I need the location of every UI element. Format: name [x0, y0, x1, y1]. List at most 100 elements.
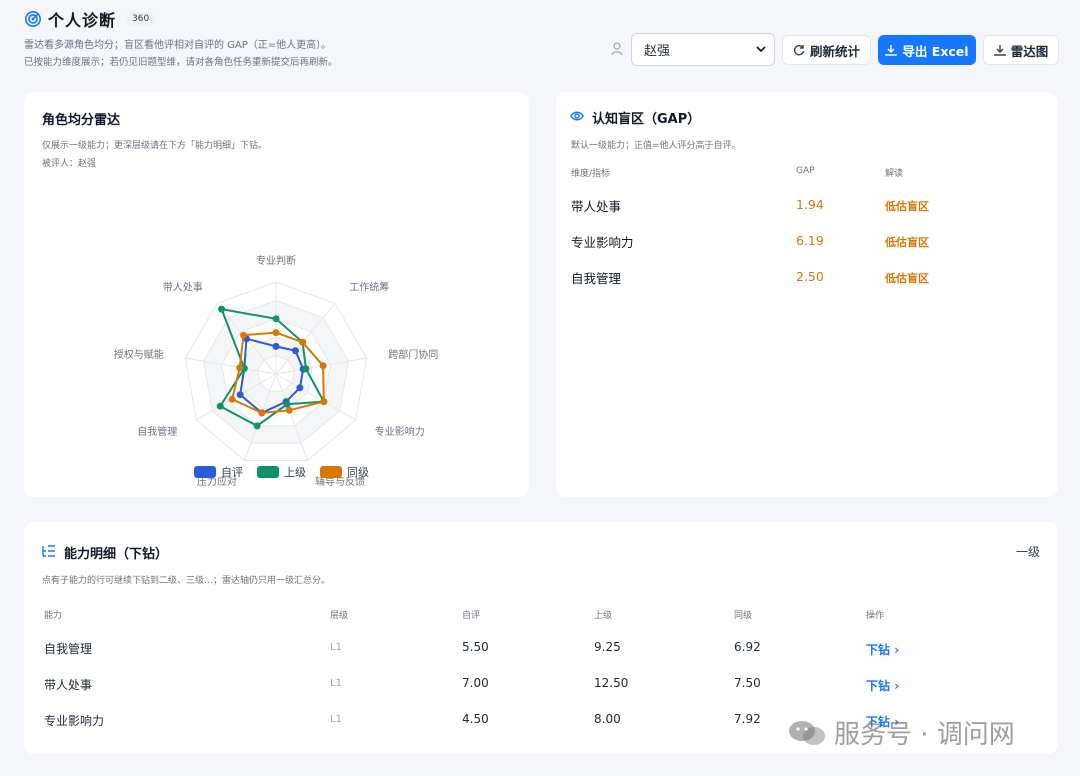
chevron-right-icon: ›	[894, 679, 900, 693]
radar-axis-label: 跨部门协同	[388, 348, 438, 361]
col-peer: 同级	[734, 611, 753, 621]
radar-axis-label: 自我管理	[137, 425, 177, 438]
peer-score: 7.50	[734, 676, 761, 690]
ability-level: L1	[330, 714, 342, 725]
drill-down-link[interactable]: 下钻 ›	[866, 677, 899, 694]
radar-axis-label: 工作统筹	[349, 281, 389, 294]
col-level: 层级	[330, 611, 349, 621]
radar-chart: 专业判断工作统筹跨部门协同专业影响力辅导与反馈压力应对自我管理授权与赋能带人处事	[114, 254, 439, 488]
title-row: 个人诊断 360	[24, 7, 156, 31]
tree-list-icon	[42, 545, 55, 557]
download-icon	[994, 45, 1006, 56]
detail-card-title: 能力明细（下钻）	[64, 547, 169, 562]
legend-item-peer[interactable]: 同级	[320, 464, 369, 480]
export-excel-label: 导出 Excel	[902, 43, 969, 59]
radar-data-point[interactable]	[272, 329, 280, 337]
page-header: 个人诊断 360 雷达看多源角色均分；盲区看他评相对自评的 GAP（正=他人更高…	[0, 0, 1080, 88]
radar-data-point[interactable]	[292, 347, 300, 355]
watermark: 服务号 · 调问网	[788, 714, 1015, 751]
legend-item-self[interactable]: 自评	[194, 464, 243, 480]
radar-axis-label: 带人处事	[163, 281, 203, 294]
page-hint: 已按能力维度展示；若仍见旧题型维，请对各角色任务重新提交后再刷新。	[24, 57, 338, 68]
radar-data-point[interactable]	[218, 305, 226, 313]
page-title: 个人诊断	[48, 11, 117, 30]
radar-data-point[interactable]	[296, 384, 304, 392]
export-radar-label: 雷达图	[1010, 43, 1049, 59]
col-superior: 上级	[594, 611, 613, 621]
drill-down-link[interactable]: 下钻 ›	[866, 641, 899, 658]
gap-row-value: 2.50	[796, 269, 824, 284]
radar-data-point[interactable]	[236, 364, 244, 372]
gap-row-name: 自我管理	[571, 271, 622, 286]
drill-down-label: 下钻	[866, 643, 891, 657]
ability-level: L1	[330, 642, 342, 653]
radar-data-point[interactable]	[253, 422, 261, 430]
wechat-icon	[789, 720, 825, 745]
legend-swatch-superior	[257, 466, 279, 478]
gap-row-interp: 低估盲区	[885, 200, 929, 213]
radar-logo-icon	[24, 10, 42, 28]
person-select[interactable]: 赵强	[631, 33, 775, 66]
radar-data-point[interactable]	[285, 406, 293, 414]
radar-axis-label: 专业影响力	[375, 425, 425, 438]
gap-row-interp: 低估盲区	[885, 236, 929, 249]
watermark-text: 服务号 · 调问网	[834, 720, 1015, 750]
gap-card-title: 认知盲区（GAP）	[592, 112, 701, 127]
export-excel-button[interactable]: 导出 Excel	[878, 35, 976, 65]
legend-label-self: 自评	[221, 466, 243, 479]
gap-row-interp: 低估盲区	[885, 272, 929, 285]
radar-data-point[interactable]	[319, 362, 327, 370]
radar-data-point[interactable]	[272, 342, 280, 350]
ability-name: 自我管理	[44, 642, 93, 656]
radar-axis-label: 专业判断	[256, 254, 296, 267]
gap-row-name: 专业影响力	[571, 235, 634, 250]
radar-data-point[interactable]	[302, 365, 310, 373]
gap-row-name: 带人处事	[571, 199, 622, 214]
col-self: 自评	[462, 611, 481, 621]
level-select[interactable]: 一级	[1016, 543, 1040, 560]
gap-card: 认知盲区（GAP） 默认一级能力；正值=他人评分高于自评。 维度/指标 GAP …	[556, 92, 1058, 497]
radar-legend: 自评 上级 同级	[194, 464, 383, 480]
col-ability: 能力	[44, 611, 63, 621]
chevron-down-icon	[756, 46, 766, 53]
ability-name: 专业影响力	[44, 714, 105, 728]
radar-data-point[interactable]	[258, 409, 266, 417]
user-icon	[611, 42, 623, 56]
superior-score: 12.50	[594, 676, 629, 690]
page-subtitle: 雷达看多源角色均分；盲区看他评相对自评的 GAP（正=他人更高）。	[24, 40, 332, 51]
person-select-value: 赵强	[644, 44, 671, 59]
radar-data-point[interactable]	[299, 338, 307, 346]
radar-card: 角色均分雷达 仅展示一级能力；更深层级请在下方「能力明细」下钻。 被评人：赵强 …	[24, 92, 529, 497]
superior-score: 9.25	[594, 640, 621, 654]
gap-col-interp: 解读	[885, 169, 904, 179]
refresh-stats-button[interactable]: 刷新统计	[782, 35, 871, 65]
refresh-stats-label: 刷新统计	[809, 43, 860, 59]
self-score: 7.00	[462, 676, 489, 690]
self-score: 4.50	[462, 712, 489, 726]
radar-data-point[interactable]	[228, 395, 236, 403]
col-action: 操作	[866, 611, 885, 621]
ability-name: 带人处事	[44, 678, 93, 692]
eye-icon	[570, 111, 584, 121]
export-radar-button[interactable]: 雷达图	[983, 35, 1059, 65]
legend-swatch-peer	[320, 466, 342, 478]
radar-data-point[interactable]	[239, 331, 247, 339]
radar-data-point[interactable]	[320, 398, 328, 406]
gap-col-gap: GAP	[796, 166, 815, 176]
legend-label-superior: 上级	[284, 466, 306, 479]
radar-data-point[interactable]	[272, 315, 280, 323]
gap-col-dimension: 维度/指标	[571, 169, 611, 179]
chevron-right-icon: ›	[894, 643, 900, 657]
gap-card-note: 默认一级能力；正值=他人评分高于自评。	[571, 141, 741, 151]
drill-down-label: 下钻	[866, 679, 891, 693]
legend-swatch-self	[194, 466, 216, 478]
ability-level: L1	[330, 678, 342, 689]
gap-row-value: 6.19	[796, 233, 824, 248]
radar-axis-label: 授权与赋能	[114, 348, 164, 361]
radar-data-point[interactable]	[236, 391, 244, 399]
radar-data-point[interactable]	[216, 402, 224, 410]
download-icon	[885, 45, 898, 56]
legend-item-superior[interactable]: 上级	[257, 464, 306, 480]
radar-data-point[interactable]	[283, 400, 291, 408]
gap-row-value: 1.94	[796, 197, 824, 212]
